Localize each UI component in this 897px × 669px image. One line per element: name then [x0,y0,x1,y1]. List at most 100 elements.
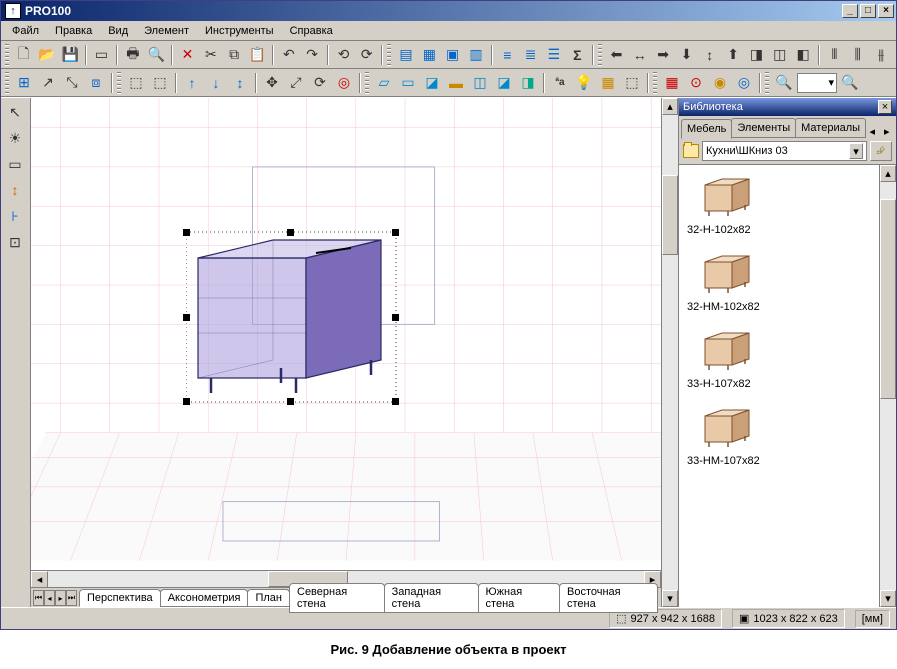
tab-nav-first-icon[interactable]: ⏮ [33,590,44,606]
library-item[interactable]: 33-Н-107x82 [687,327,871,390]
library-item[interactable]: 32-Н-102x82 [687,173,871,236]
color-shade-icon[interactable]: ◪ [421,72,443,94]
undo-icon[interactable]: ↶ [278,44,299,66]
align-bottom-icon[interactable]: ⬇ [676,44,697,66]
rotate-tool-icon[interactable]: ⟳ [309,72,331,94]
scroll-down-icon[interactable]: ▾ [880,590,896,607]
light-icon[interactable]: 💡 [573,72,595,94]
snap-wall-icon[interactable]: ⧈ [85,72,107,94]
toolbar-grip[interactable] [387,44,391,66]
snap-corner-icon[interactable]: ↗ [37,72,59,94]
tab-nav-last-icon[interactable]: ⏭ [66,590,77,606]
selection-handle[interactable] [183,314,190,321]
align-middle-icon[interactable]: ◫ [769,44,790,66]
room-icon[interactable]: ⬚ [621,72,643,94]
view-tab-perspective[interactable]: Перспектива [79,589,161,607]
collision-icon[interactable]: ◉ [709,72,731,94]
shade2-icon[interactable]: ◪ [493,72,515,94]
box-tool-icon[interactable]: ▭ [3,152,27,176]
selection-handle[interactable] [183,229,190,236]
align-center-h-icon[interactable]: ↔ [629,44,650,66]
scroll-up-icon[interactable]: ▴ [662,98,678,115]
folder-up-button[interactable]: ⮵ [870,141,892,161]
selection-handle[interactable] [392,314,399,321]
new-element-icon[interactable]: ▭ [91,44,112,66]
selection-handle[interactable] [287,229,294,236]
snap-grid-icon[interactable]: ⊞ [13,72,35,94]
zoom-out-icon[interactable]: 🔍 [839,72,861,94]
library-tab-furniture[interactable]: Мебель [681,119,732,139]
center-snap-icon[interactable]: ◎ [733,72,755,94]
view-tab-east[interactable]: Восточная стена [559,583,658,613]
selection-handle[interactable] [392,229,399,236]
library-item[interactable]: 33-НМ-107x82 [687,404,871,467]
zoom-region-icon[interactable]: ⊡ [3,230,27,254]
menu-tools[interactable]: Инструменты [198,23,281,39]
delete-icon[interactable]: ✕ [177,44,198,66]
close-button[interactable]: × [878,4,894,18]
align-front-icon[interactable]: ◧ [792,44,813,66]
align-top-icon[interactable]: ⬆ [722,44,743,66]
view-tab-south[interactable]: Южная стена [478,583,560,613]
shade3-icon[interactable]: ◨ [517,72,539,94]
down-icon[interactable]: ↓ [205,72,227,94]
wireframe-icon[interactable]: ▱ [373,72,395,94]
selected-cabinet[interactable] [186,228,406,408]
shade1-icon[interactable]: ◫ [469,72,491,94]
library-icon[interactable]: ▦ [419,44,440,66]
move-icon[interactable]: ✥ [261,72,283,94]
align-left-icon[interactable]: ⬅ [606,44,627,66]
texture-icon[interactable]: ▬ [445,72,467,94]
dropdown-icon[interactable]: ▾ [849,143,863,159]
cut-icon[interactable]: ✂ [200,44,221,66]
library-tab-nav-left-icon[interactable]: ◂ [865,125,879,138]
hidden-line-icon[interactable]: ▭ [397,72,419,94]
view-tab-axonometry[interactable]: Аксонометрия [160,589,249,607]
vertical-scrollbar[interactable]: ▴ ▾ [661,98,678,607]
distribute2-icon[interactable]: ⫼ [847,44,868,66]
menu-element[interactable]: Элемент [137,23,196,39]
scroll-up-icon[interactable]: ▴ [880,165,896,182]
snap-edge-icon[interactable]: ⤡ [61,72,83,94]
target-icon[interactable]: ◎ [333,72,355,94]
select-tool-icon[interactable]: ↖ [3,100,27,124]
toolbar-grip[interactable] [598,44,602,66]
selection-handle[interactable] [183,398,190,405]
align-back-icon[interactable]: ◨ [746,44,767,66]
grid-toggle-icon[interactable]: ▦ [661,72,683,94]
menu-edit[interactable]: Правка [48,23,99,39]
light-tool-icon[interactable]: ☀ [3,126,27,150]
minimize-button[interactable]: _ [842,4,858,18]
library-tab-elements[interactable]: Элементы [731,118,796,138]
menu-view[interactable]: Вид [101,23,135,39]
maximize-button[interactable]: □ [860,4,876,18]
open-file-icon[interactable]: 📂 [36,44,57,66]
scroll-left-icon[interactable]: ◂ [31,571,48,588]
align-center-v-icon[interactable]: ↕ [699,44,720,66]
price-icon[interactable]: ▥ [465,44,486,66]
menu-file[interactable]: Файл [5,23,46,39]
ruler-tool-icon[interactable]: ↕ [3,178,27,202]
selection-handle[interactable] [392,398,399,405]
align-right-icon[interactable]: ➡ [652,44,673,66]
structure-icon[interactable]: ▤ [395,44,416,66]
library-tab-nav-right-icon[interactable]: ▸ [880,125,894,138]
tab-nav-prev-icon[interactable]: ◂ [44,590,55,606]
distribute3-icon[interactable]: ⫵ [870,44,891,66]
save-file-icon[interactable]: 💾 [60,44,81,66]
new-file-icon[interactable]: 🗋 [13,44,34,66]
scroll-down-icon[interactable]: ▾ [662,590,678,607]
group-icon[interactable]: ⬚ [125,72,147,94]
zoom-in-icon[interactable]: 🔍 [773,72,795,94]
paste-icon[interactable]: 📋 [247,44,268,66]
ungroup-icon[interactable]: ⬚ [149,72,171,94]
report2-icon[interactable]: ≣ [520,44,541,66]
v-arrows-icon[interactable]: ↕ [229,72,251,94]
toolbar-grip[interactable] [5,44,9,66]
redo-icon[interactable]: ↷ [301,44,322,66]
library-path-combo[interactable]: Кухни\ШКниз 03 ▾ [702,141,867,161]
distribute1-icon[interactable]: ⫴ [824,44,845,66]
toolbar-grip[interactable] [765,72,769,94]
up-icon[interactable]: ↑ [181,72,203,94]
view-tab-plan[interactable]: План [247,589,290,607]
